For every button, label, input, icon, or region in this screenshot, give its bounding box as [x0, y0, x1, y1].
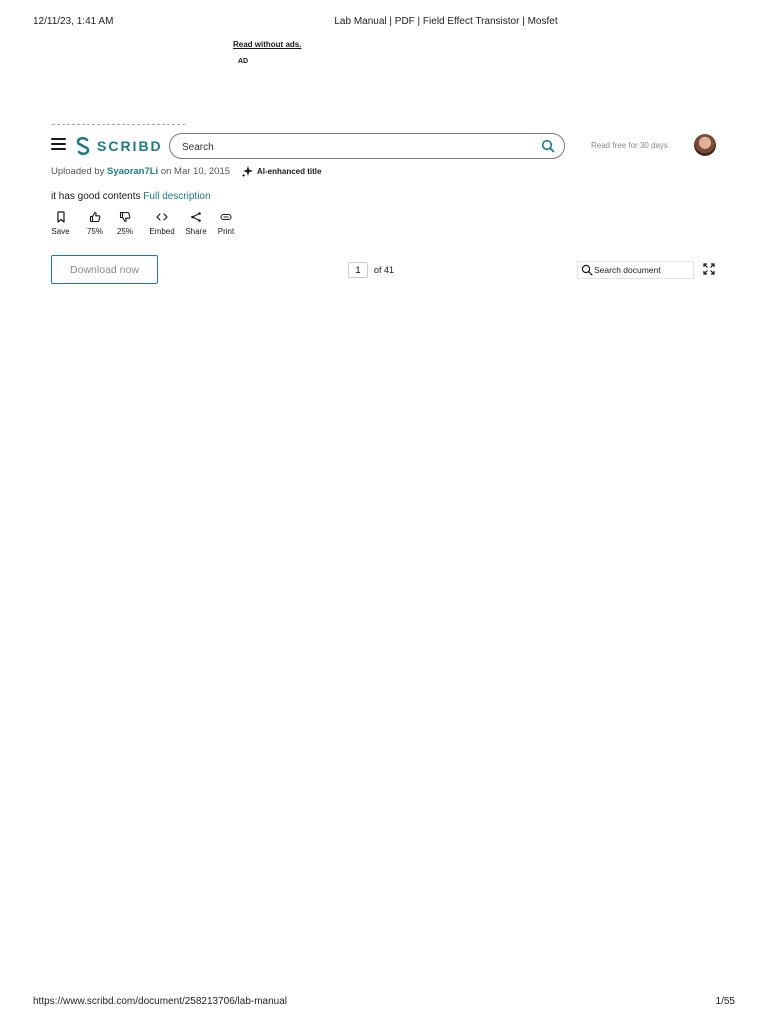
save-label: Save [51, 227, 70, 236]
uploaded-prefix: Uploaded by [51, 166, 107, 177]
print-header: 12/11/23, 1:41 AM Lab Manual | PDF | Fie… [0, 16, 768, 30]
bookmark-icon [54, 210, 68, 224]
embed-button[interactable]: Embed [146, 210, 178, 238]
print-url: https://www.scribd.com/document/25821370… [33, 996, 288, 1007]
thumbs-up-icon [88, 210, 102, 224]
search-input[interactable] [180, 138, 524, 156]
read-free-link[interactable]: Read free for 30 days [591, 141, 668, 150]
scribd-logo[interactable]: SCRIBD [75, 135, 163, 157]
print-label: Print [217, 227, 235, 236]
document-description: it has good contents Full description [51, 191, 211, 202]
print-page-title: Lab Manual | PDF | Field Effect Transist… [334, 16, 558, 27]
dislike-button[interactable]: 25% [110, 210, 140, 238]
thumbs-down-icon [118, 210, 132, 224]
printer-icon [219, 210, 233, 224]
embed-label: Embed [149, 227, 175, 236]
print-button[interactable]: Print [213, 210, 239, 238]
description-text: it has good contents [51, 191, 144, 202]
uploaded-info: Uploaded by Syaoran7Li on Mar 10, 2015 [51, 166, 230, 177]
code-brackets-icon [155, 210, 169, 224]
search-icon[interactable] [541, 139, 555, 153]
search-bar [169, 133, 565, 159]
ai-title-label: AI-enhanced title [257, 167, 322, 176]
hamburger-menu-icon[interactable] [51, 138, 66, 152]
scribd-logo-icon [76, 137, 90, 155]
dislike-percent: 25% [116, 227, 133, 236]
user-avatar[interactable] [694, 134, 716, 156]
top-navbar: SCRIBD Read free for 30 days [51, 132, 718, 160]
like-button[interactable]: 75% [80, 210, 110, 238]
print-page-number: 1/55 [715, 996, 735, 1007]
search-document-input[interactable] [594, 265, 689, 275]
sparkle-icon [242, 166, 253, 177]
read-without-ads-link[interactable]: Read without ads. [233, 40, 301, 49]
page-count: of 41 [374, 265, 395, 275]
like-percent: 75% [86, 227, 103, 236]
upload-date: on Mar 10, 2015 [158, 166, 231, 177]
share-icon [189, 210, 203, 224]
logo-text: SCRIBD [97, 138, 163, 154]
page-number-input[interactable] [348, 262, 368, 278]
share-label: Share [185, 227, 207, 236]
action-bar: Save 75% 25% Embed Share Print [50, 210, 239, 238]
ad-label: AD [238, 58, 249, 65]
document-search [577, 261, 694, 279]
page-navigator: of 41 [348, 262, 394, 278]
fullscreen-expand-icon[interactable] [703, 262, 715, 275]
uploader-link[interactable]: Syaoran7Li [107, 166, 158, 177]
ai-enhanced-title-badge: AI-enhanced title [242, 166, 321, 177]
share-button[interactable]: Share [182, 210, 210, 238]
full-description-link[interactable]: Full description [143, 191, 210, 202]
download-now-button[interactable]: Download now [51, 255, 158, 284]
divider [52, 124, 185, 127]
search-document-icon [581, 264, 593, 276]
save-button[interactable]: Save [50, 210, 71, 238]
